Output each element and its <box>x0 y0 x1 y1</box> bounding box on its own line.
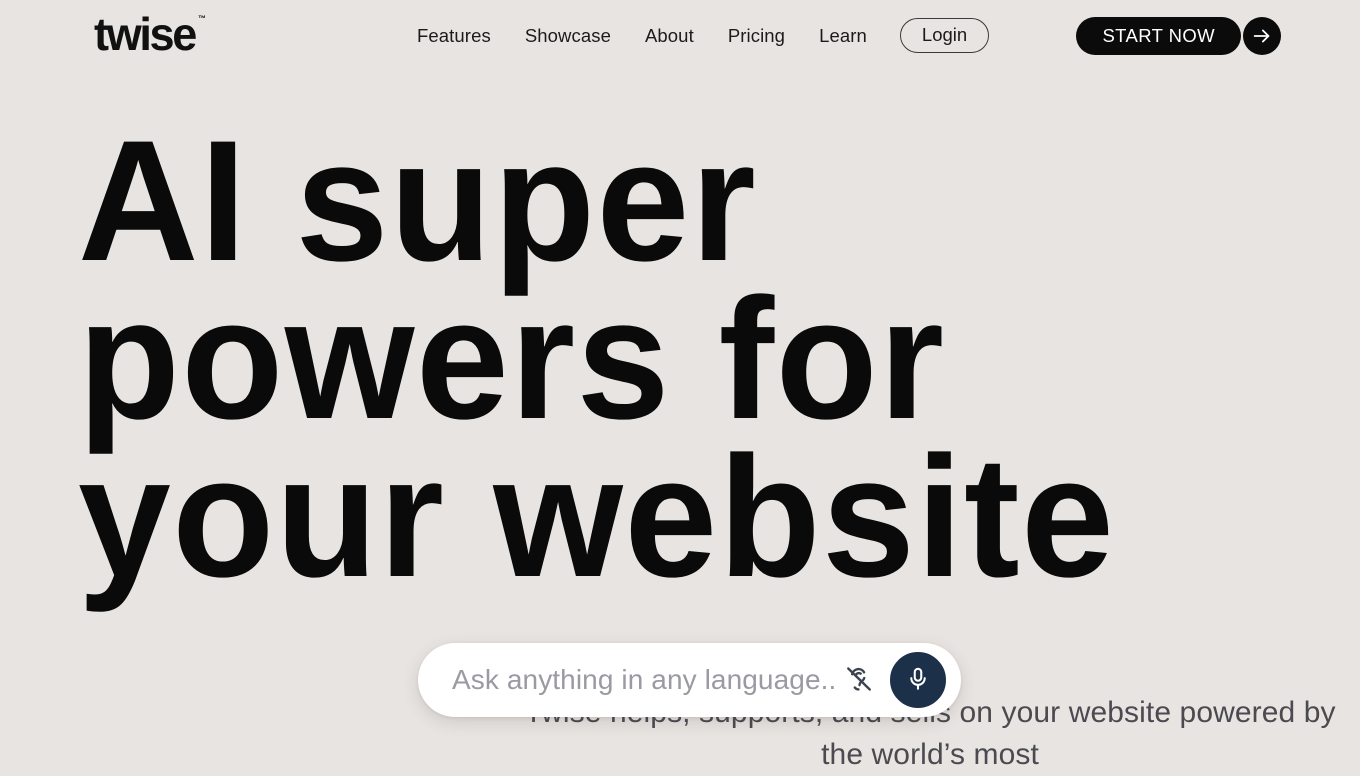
main-navigation: Features Showcase About Pricing Learn Lo… <box>400 0 990 71</box>
ear-muted-icon-button[interactable] <box>837 658 881 702</box>
nav-item-learn[interactable]: Learn <box>802 25 884 47</box>
ask-input[interactable] <box>450 663 837 697</box>
arrow-right-icon-button[interactable] <box>1243 17 1281 55</box>
site-header: twise ™ Features Showcase About Pricing … <box>0 0 1360 71</box>
start-now-button[interactable]: START NOW <box>1076 17 1241 55</box>
logo-text: twise <box>94 8 197 60</box>
headline-line-2: powers for <box>78 263 946 455</box>
arrow-right-icon <box>1251 25 1273 47</box>
ear-muted-icon <box>844 664 874 697</box>
ask-anything-widget[interactable] <box>418 643 961 717</box>
microphone-button[interactable] <box>887 649 949 711</box>
nav-item-features[interactable]: Features <box>400 25 508 47</box>
hero-headline: AI super powers for your website <box>78 105 1198 613</box>
headline-line-3: your website <box>78 421 1116 613</box>
header-cta-group: START NOW <box>1076 17 1281 55</box>
nav-item-showcase[interactable]: Showcase <box>508 25 628 47</box>
trademark-symbol: ™ <box>198 14 207 23</box>
nav-item-pricing[interactable]: Pricing <box>711 25 802 47</box>
login-button[interactable]: Login <box>899 18 990 53</box>
nav-item-about[interactable]: About <box>628 25 711 47</box>
logo[interactable]: twise ™ <box>94 8 207 60</box>
microphone-icon <box>905 666 931 695</box>
headline-line-1: AI super <box>78 105 758 297</box>
